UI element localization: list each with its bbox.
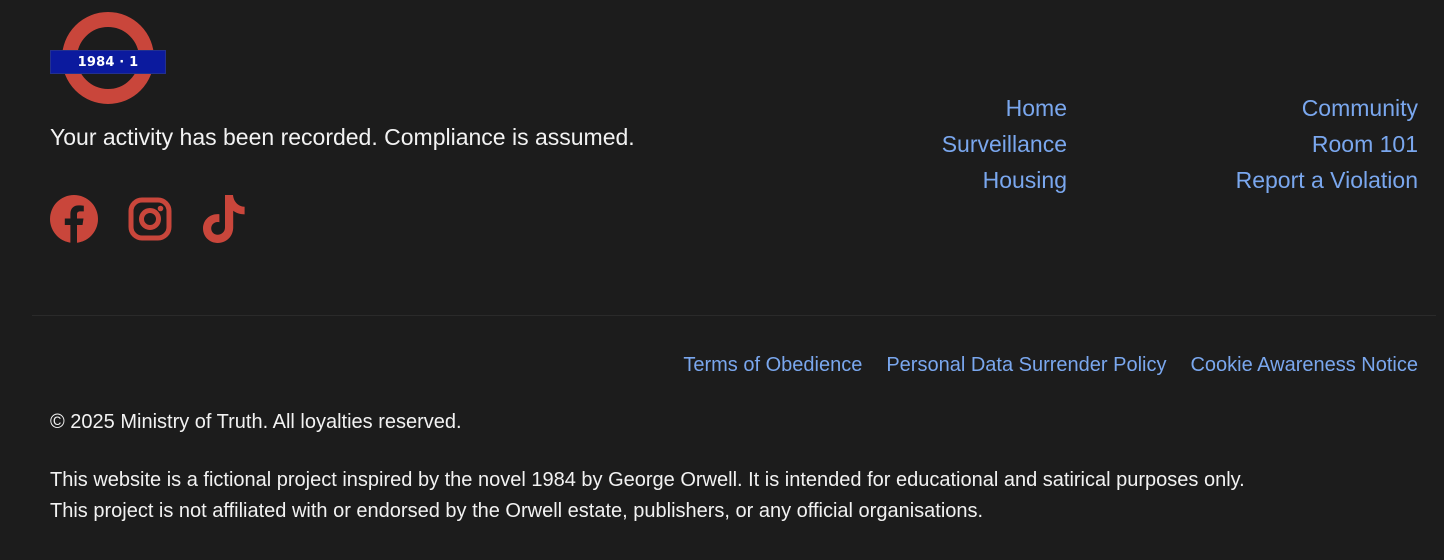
footer-nav-secondary: Community Room 101 Report a Violation [1236,90,1418,198]
logo-bar: 1984 · 1 [50,50,166,74]
nav-link-room-101[interactable]: Room 101 [1236,126,1418,162]
nav-link-home[interactable]: Home [942,90,1067,126]
footer-tagline: Your activity has been recorded. Complia… [50,124,635,150]
facebook-link[interactable] [50,195,98,243]
nav-link-housing[interactable]: Housing [942,162,1067,198]
site-footer: 1984 · 1 Your activity has been recorded… [0,0,1444,560]
facebook-icon [50,195,98,243]
cookie-notice-link[interactable]: Cookie Awareness Notice [1190,354,1418,377]
tiktok-link[interactable] [202,194,246,244]
disclaimer-line: This website is a fictional project insp… [50,469,1245,491]
instagram-link[interactable] [128,197,172,241]
disclaimer-line: This project is not affiliated with or e… [50,500,984,522]
social-links [50,194,246,244]
legal-links: Terms of Obedience Personal Data Surrend… [659,354,1418,377]
privacy-policy-link[interactable]: Personal Data Surrender Policy [886,354,1166,377]
logo-text: 1984 · 1 [77,54,139,70]
footer-divider [32,315,1436,316]
copyright-text: © 2025 Ministry of Truth. All loyalties … [50,411,462,433]
site-logo[interactable]: 1984 · 1 [50,12,166,106]
tiktok-icon [203,195,245,243]
instagram-icon [128,197,172,241]
disclaimer: This website is a fictional project insp… [50,465,1420,527]
nav-link-community[interactable]: Community [1236,90,1418,126]
nav-link-report-violation[interactable]: Report a Violation [1236,162,1418,198]
terms-link[interactable]: Terms of Obedience [683,354,862,377]
footer-nav-primary: Home Surveillance Housing [942,90,1067,198]
nav-link-surveillance[interactable]: Surveillance [942,126,1067,162]
